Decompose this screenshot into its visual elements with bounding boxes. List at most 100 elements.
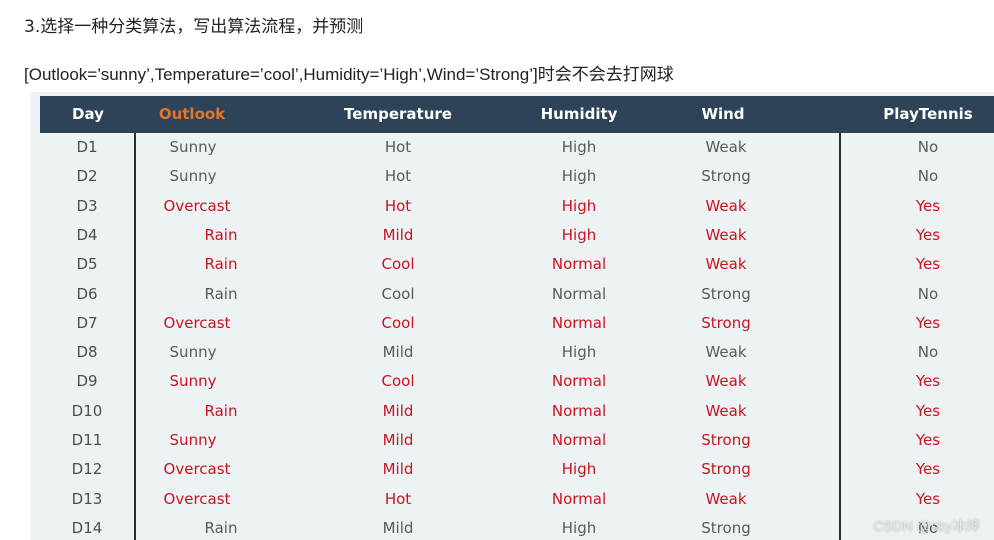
- cell-humidity: Normal: [551, 489, 607, 508]
- cell-wind: Weak: [705, 225, 747, 244]
- cell-temperature: Mild: [382, 225, 414, 244]
- cell-outlook: Rain: [204, 518, 238, 537]
- cell-day: D11: [71, 431, 103, 449]
- table-row: D6 Rain Cool Normal Strong No: [31, 280, 994, 309]
- cell-wind: Strong: [701, 284, 751, 303]
- table-row: D11 Sunny Mild Normal Strong Yes: [31, 426, 994, 455]
- cell-temperature: Mild: [382, 460, 414, 479]
- watermark: CSDN @sky冰烨: [873, 518, 980, 534]
- cell-wind: Weak: [705, 343, 747, 362]
- cell-temperature: Hot: [384, 489, 412, 508]
- table-row: D4 Rain Mild High Weak Yes: [31, 221, 994, 250]
- table-row: D10 Rain Mild Normal Weak Yes: [31, 397, 994, 426]
- cell-humidity: Normal: [551, 401, 607, 420]
- cell-humidity: High: [561, 167, 597, 186]
- cell-playtennis: Yes: [915, 489, 941, 508]
- cell-temperature: Cool: [381, 284, 415, 303]
- cell-outlook: Rain: [204, 255, 238, 274]
- cell-playtennis: Yes: [915, 313, 941, 332]
- cell-day: D13: [71, 489, 103, 508]
- cell-wind: Strong: [701, 431, 751, 449]
- cell-humidity: High: [561, 138, 597, 156]
- cell-temperature: Hot: [384, 167, 412, 186]
- cell-day: D10: [71, 401, 103, 420]
- table-row: D7 Overcast Cool Normal Strong Yes: [31, 309, 994, 338]
- cell-wind: Weak: [705, 138, 747, 156]
- table-row: D3 Overcast Hot High Weak Yes: [31, 192, 994, 221]
- table-row: D2 Sunny Hot High Strong No: [31, 162, 994, 191]
- cell-humidity: Normal: [551, 431, 607, 449]
- cell-temperature: Cool: [381, 255, 415, 274]
- cell-outlook: Rain: [204, 284, 238, 303]
- cell-outlook: Overcast: [163, 196, 231, 215]
- cell-wind: Strong: [701, 167, 751, 186]
- cell-outlook: Rain: [204, 225, 238, 244]
- table-row: D9 Sunny Cool Normal Weak Yes: [31, 367, 994, 396]
- play-tennis-table: Day Outlook Temperature Humidity Wind Pl…: [31, 92, 994, 540]
- cell-wind: Weak: [705, 255, 747, 274]
- table-row: D1 Sunny Hot High Weak No: [31, 133, 994, 162]
- cell-playtennis: Yes: [915, 460, 941, 479]
- cell-outlook: Sunny: [169, 431, 217, 449]
- cell-temperature: Cool: [381, 313, 415, 332]
- cell-playtennis: Yes: [915, 196, 941, 215]
- header-wind: Wind: [701, 105, 745, 123]
- cell-humidity: Normal: [551, 255, 607, 274]
- cell-wind: Weak: [705, 489, 747, 508]
- cell-playtennis: Yes: [915, 431, 941, 449]
- cell-temperature: Hot: [384, 196, 412, 215]
- table-row: D5 Rain Cool Normal Weak Yes: [31, 250, 994, 279]
- cell-wind: Weak: [705, 196, 747, 215]
- cell-playtennis: No: [917, 343, 939, 362]
- cell-outlook: Overcast: [163, 460, 231, 479]
- cell-humidity: Normal: [551, 313, 607, 332]
- cell-wind: Weak: [705, 401, 747, 420]
- cell-playtennis: Yes: [915, 225, 941, 244]
- header-outlook: Outlook: [158, 105, 226, 123]
- cell-temperature: Mild: [382, 343, 414, 362]
- cell-humidity: High: [561, 518, 597, 537]
- cell-playtennis: No: [917, 167, 939, 186]
- cell-humidity: High: [561, 343, 597, 362]
- cell-day: D2: [76, 167, 98, 186]
- cell-outlook: Sunny: [169, 372, 217, 391]
- cell-playtennis: No: [917, 138, 939, 156]
- cell-playtennis: Yes: [915, 255, 941, 274]
- cell-humidity: High: [561, 196, 597, 215]
- table-header: Day Outlook Temperature Humidity Wind Pl…: [40, 96, 994, 133]
- cell-day: D1: [76, 138, 98, 156]
- cell-outlook: Rain: [204, 401, 238, 420]
- cell-temperature: Cool: [381, 372, 415, 391]
- cell-playtennis: No: [917, 284, 939, 303]
- cell-outlook: Sunny: [169, 343, 217, 362]
- prediction-query: [Outlook=’sunny’,Temperature=’cool’,Humi…: [24, 65, 674, 84]
- table-row: D13 Overcast Hot Normal Weak Yes: [31, 485, 994, 514]
- cell-day: D7: [76, 313, 98, 332]
- cell-outlook: Overcast: [163, 489, 231, 508]
- question-heading: 3.选择一种分类算法，写出算法流程，并预测: [24, 17, 364, 37]
- cell-outlook: Overcast: [163, 313, 231, 332]
- cell-day: D14: [71, 518, 103, 537]
- cell-outlook: Sunny: [169, 138, 217, 156]
- cell-playtennis: Yes: [915, 401, 941, 420]
- cell-temperature: Mild: [382, 431, 414, 449]
- cell-day: D8: [76, 343, 98, 362]
- cell-day: D12: [71, 460, 103, 479]
- header-day: Day: [72, 105, 104, 123]
- cell-humidity: High: [561, 460, 597, 479]
- cell-day: D4: [76, 225, 98, 244]
- cell-outlook: Sunny: [169, 167, 217, 186]
- header-humidity: Humidity: [540, 105, 618, 123]
- header-temperature: Temperature: [344, 105, 452, 123]
- table-row: D14 Rain Mild High Strong No: [31, 514, 994, 540]
- cell-day: D5: [76, 255, 98, 274]
- cell-wind: Strong: [701, 313, 751, 332]
- header-playtennis: PlayTennis: [883, 105, 973, 123]
- cell-wind: Weak: [705, 372, 747, 391]
- cell-playtennis: Yes: [915, 372, 941, 391]
- cell-humidity: High: [561, 225, 597, 244]
- cell-humidity: Normal: [551, 372, 607, 391]
- cell-wind: Strong: [701, 518, 751, 537]
- table-row: D8 Sunny Mild High Weak No: [31, 338, 994, 367]
- cell-wind: Strong: [701, 460, 751, 479]
